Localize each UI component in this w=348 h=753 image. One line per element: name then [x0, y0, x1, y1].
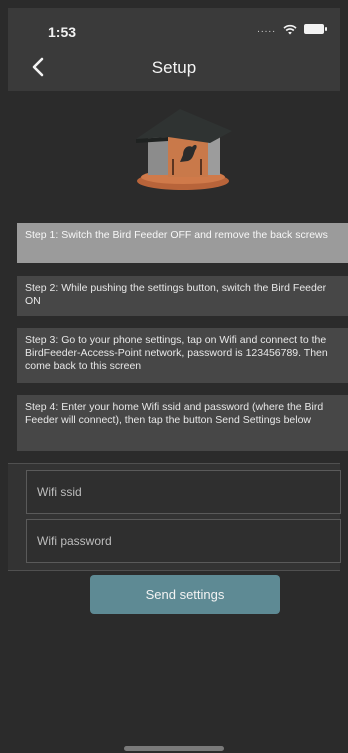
- bird-feeder-image: [136, 109, 232, 190]
- step-2-instruction: Step 2: While pushing the settings butto…: [17, 276, 348, 316]
- step-4-instruction: Step 4: Enter your home Wifi ssid and pa…: [17, 395, 348, 451]
- status-icons: .....: [257, 21, 327, 37]
- page-title: Setup: [151, 58, 197, 77]
- home-indicator: [124, 746, 224, 751]
- wifi-icon: [283, 24, 297, 35]
- signal-indicator: .....: [257, 23, 276, 35]
- send-settings-button[interactable]: Send settings: [90, 575, 280, 614]
- navigation-bar: Setup: [8, 48, 340, 91]
- step-3-instruction: Step 3: Go to your phone settings, tap o…: [17, 328, 348, 383]
- step-1-instruction: Step 1: Switch the Bird Feeder OFF and r…: [17, 223, 348, 263]
- status-time: 1:53: [48, 24, 77, 40]
- battery-icon: [304, 24, 327, 34]
- wifi-form: Wifi ssid Wifi password: [8, 463, 341, 571]
- wifi-ssid-field[interactable]: Wifi ssid: [26, 470, 341, 514]
- wifi-password-field[interactable]: Wifi password: [26, 519, 341, 563]
- status-bar: 1:53 .....: [8, 8, 340, 48]
